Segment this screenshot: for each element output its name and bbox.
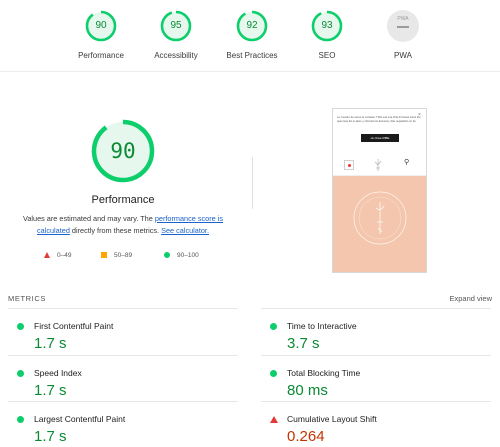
hero-image	[333, 176, 426, 272]
see-calculator-link[interactable]: See calculator.	[161, 226, 209, 235]
gauge-ring: 92	[236, 10, 268, 42]
pwa-badge-icon: PWA	[387, 10, 419, 42]
gauge-score: 93	[321, 20, 333, 31]
metric-value: 1.7 s	[34, 382, 67, 399]
popup-text: Lo muestro de nuevo te contaste 7 Wi2 su…	[337, 116, 421, 123]
performance-score-gauge: 90	[91, 119, 155, 183]
circular-logo-graphic	[353, 191, 407, 245]
desc-text: Values are estimated and may vary. The	[23, 214, 155, 223]
gauge-ring: 95	[160, 10, 192, 42]
expand-view-button[interactable]: Expand view	[449, 294, 492, 303]
performance-title: Performance	[91, 194, 155, 206]
metric-value: 1.7 s	[34, 428, 67, 445]
performance-score: 90	[110, 139, 136, 163]
metric-largest-contentful-paint: Largest Contentful Paint 1.7 s	[8, 401, 238, 447]
gauge-score: 95	[170, 20, 182, 31]
category-gauges-bar: 90 Performance 95 Accessibility 92 Best …	[0, 0, 500, 72]
pwa-badge-text: PWA	[397, 16, 409, 22]
metric-total-blocking-time: Total Blocking Time 80 ms	[261, 355, 491, 402]
shopping-bag-icon	[344, 160, 354, 170]
orange-square-icon	[101, 252, 107, 258]
green-circle-icon	[17, 416, 24, 423]
gauge-accessibility[interactable]: 95 Accessibility	[138, 10, 214, 60]
red-triangle-icon	[270, 416, 278, 423]
score-legend: 0–49 50–89 90–100	[0, 252, 250, 262]
metric-value: 0.264	[287, 428, 325, 445]
gauge-seo[interactable]: 93 SEO	[289, 10, 365, 60]
badge-dot-icon	[348, 164, 351, 167]
metric-label: Cumulative Layout Shift	[287, 414, 377, 424]
metric-label: Total Blocking Time	[287, 368, 361, 378]
metrics-heading: METRICS	[8, 294, 46, 303]
gauge-best-practices[interactable]: 92 Best Practices	[214, 10, 290, 60]
gauge-ring: 90	[85, 10, 117, 42]
gauge-score: 90	[95, 20, 107, 31]
red-triangle-icon	[44, 252, 50, 258]
gauge-label: PWA	[394, 51, 412, 60]
green-circle-icon	[270, 370, 277, 377]
metric-label: First Contentful Paint	[34, 321, 114, 331]
metric-value: 1.7 s	[34, 335, 67, 352]
legend-range: 50–89	[114, 252, 133, 259]
gauge-ring: 93	[311, 10, 343, 42]
gauge-performance[interactable]: 90 Performance	[63, 10, 139, 60]
gauge-label: Accessibility	[154, 51, 198, 60]
metric-value: 3.7 s	[287, 335, 320, 352]
pwa-dash-icon	[397, 26, 409, 28]
performance-description: Values are estimated and may vary. The p…	[14, 213, 232, 237]
gauge-label: SEO	[318, 51, 336, 60]
gauge-label: Performance	[78, 51, 124, 60]
green-circle-icon	[164, 252, 170, 258]
metric-time-to-interactive: Time to Interactive 3.7 s	[261, 308, 491, 355]
metric-value: 80 ms	[287, 382, 328, 399]
legend-item-fail: 0–49	[44, 252, 71, 259]
site-nav: ⚲	[333, 152, 426, 176]
desc-text: directly from these metrics.	[69, 226, 162, 235]
metric-label: Largest Contentful Paint	[34, 414, 126, 424]
green-circle-icon	[17, 323, 24, 330]
close-icon: ×	[418, 112, 421, 118]
gauge-pwa[interactable]: PWA PWA	[365, 10, 441, 60]
page-screenshot-thumbnail[interactable]: Lo muestro de nuevo te contaste 7 Wi2 su…	[332, 108, 427, 273]
legend-range: 0–49	[57, 252, 72, 259]
metric-speed-index: Speed Index 1.7 s	[8, 355, 238, 402]
legend-item-average: 50–89	[101, 252, 132, 259]
metric-cumulative-layout-shift: Cumulative Layout Shift 0.264	[261, 401, 491, 447]
gauge-score: 92	[246, 20, 258, 31]
metric-label: Time to Interactive	[287, 321, 357, 331]
legend-item-pass: 90–100	[164, 252, 199, 259]
divider	[252, 157, 253, 209]
legend-range: 90–100	[177, 252, 199, 259]
green-circle-icon	[270, 323, 277, 330]
green-circle-icon	[17, 370, 24, 377]
metric-first-contentful-paint: First Contentful Paint 1.7 s	[8, 308, 238, 355]
metric-label: Speed Index	[34, 368, 82, 378]
site-logo-icon	[374, 159, 382, 171]
gauge-label: Best Practices	[226, 51, 278, 60]
search-icon: ⚲	[404, 159, 410, 166]
popup-button: ok close RIBE	[361, 134, 399, 142]
